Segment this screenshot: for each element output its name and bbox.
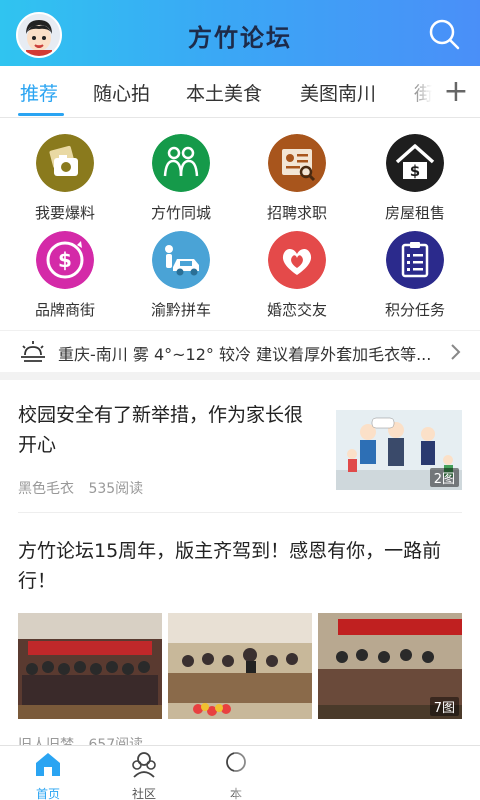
- resume-search-icon: [268, 134, 326, 192]
- tab-local-food[interactable]: 本土美食: [186, 79, 262, 106]
- weather-text: 重庆-南川 雾 4°~12° 较冷 建议着厚外套加毛衣等...: [58, 345, 432, 364]
- category-tabs: 推荐 随心拍 本土美食 美图南川 街 +: [0, 66, 480, 118]
- search-button[interactable]: [424, 14, 464, 54]
- grid-item-dating[interactable]: 婚恋交友: [237, 231, 357, 320]
- post-title[interactable]: 校园安全有了新举措，作为家长很开心: [18, 400, 318, 460]
- nav-label: 社区: [131, 787, 156, 800]
- image-count-badge: 2图: [429, 468, 459, 487]
- grid-item-local-city[interactable]: 方竹同城: [121, 134, 241, 223]
- grid-item-jobs[interactable]: 招聘求职: [237, 134, 357, 223]
- add-tab-button[interactable]: +: [440, 74, 472, 110]
- car-person-icon: [152, 231, 210, 289]
- event-photo-image: [168, 613, 312, 719]
- task-list-icon: [386, 231, 444, 289]
- feature-grid: 我要爆料 方竹同城 招聘求职 $ 房屋租售 $ 品牌商街 渝黔拼车 婚恋交友 积…: [0, 118, 480, 330]
- app-header: 方竹论坛: [0, 0, 480, 66]
- post-author[interactable]: 黑色毛衣: [18, 481, 74, 497]
- grid-label: 婚恋交友: [266, 301, 327, 319]
- grid-item-brand-street[interactable]: $ 品牌商街: [5, 231, 125, 320]
- post-meta: 黑色毛衣 535阅读: [18, 478, 153, 498]
- group-photo-image: [18, 613, 162, 719]
- svg-text:$: $: [410, 162, 420, 180]
- dollar-coin-icon: $: [36, 231, 94, 289]
- post-thumbnail[interactable]: 2图: [336, 410, 462, 490]
- nav-home[interactable]: 首页: [18, 749, 78, 800]
- grid-label: 渝黔拼车: [150, 301, 211, 319]
- grid-label: 房屋租售: [384, 204, 445, 222]
- grid-item-carpool[interactable]: 渝黔拼车: [121, 231, 241, 320]
- post-photo[interactable]: [168, 613, 312, 719]
- weather-bar[interactable]: 重庆-南川 雾 4°~12° 较冷 建议着厚外套加毛衣等...: [0, 330, 480, 372]
- grid-item-housing[interactable]: $ 房屋租售: [355, 134, 475, 223]
- nav-community[interactable]: 社区: [114, 749, 174, 800]
- tabs-fade: [400, 66, 440, 117]
- tab-nanchuan-photos[interactable]: 美图南川: [300, 79, 376, 106]
- grid-label: 招聘求职: [266, 204, 327, 222]
- nav-label: 首页: [35, 787, 60, 800]
- grid-label: 品牌商街: [34, 301, 95, 319]
- post-photo[interactable]: [18, 613, 162, 719]
- sunrise-weather-icon: [21, 341, 45, 362]
- people-icon: [152, 134, 210, 192]
- grid-item-report[interactable]: 我要爆料: [5, 134, 125, 223]
- post-reads: 535阅读: [88, 481, 144, 497]
- tab-recommend[interactable]: 推荐: [20, 79, 58, 106]
- post-photo[interactable]: 7图: [318, 613, 462, 719]
- svg-text:$: $: [58, 248, 72, 272]
- tab-casual-photos[interactable]: 随心拍: [93, 79, 150, 106]
- grid-label: 我要爆料: [34, 204, 95, 222]
- grid-item-point-tasks[interactable]: 积分任务: [355, 231, 475, 320]
- post-divider: [18, 512, 462, 513]
- bottom-navigation: 首页 社区 本: [0, 745, 480, 800]
- app-title: 方竹论坛: [188, 24, 292, 52]
- image-count-badge: 7图: [429, 697, 459, 716]
- post-feed: 校园安全有了新举措，作为家长很开心 黑色毛衣 535阅读 2图 方竹论坛15周年…: [0, 380, 480, 755]
- community-icon: [132, 752, 156, 778]
- search-icon: [429, 19, 460, 50]
- nav-overlay-fade: [234, 746, 480, 800]
- camera-photos-icon: [36, 134, 94, 192]
- grid-label: 方竹同城: [150, 204, 211, 222]
- grid-label: 积分任务: [384, 301, 445, 319]
- house-dollar-icon: $: [386, 134, 444, 192]
- hearts-icon: [268, 231, 326, 289]
- home-icon: [36, 753, 60, 776]
- post-title[interactable]: 方竹论坛15周年，版主齐驾到！感恩有你，一路前行！: [18, 536, 462, 596]
- active-tab-indicator: [18, 113, 64, 116]
- chevron-right-icon: [451, 344, 461, 360]
